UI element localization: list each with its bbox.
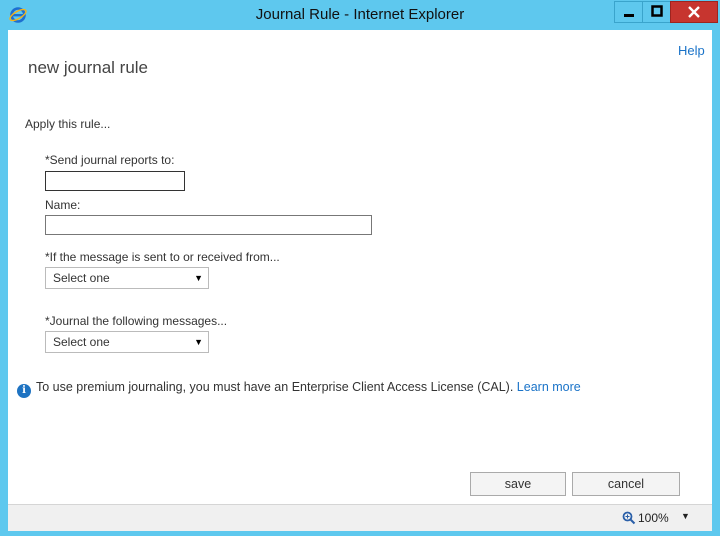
save-button[interactable]: save [470, 472, 566, 496]
journal-messages-select[interactable]: Select one ▼ [45, 331, 209, 353]
learn-more-link[interactable]: Learn more [517, 380, 581, 394]
window-title: Journal Rule - Internet Explorer [255, 6, 465, 23]
send-reports-input[interactable] [45, 171, 185, 191]
journal-messages-select-value: Select one [53, 335, 110, 349]
journal-messages-label: *Journal the following messages... [45, 314, 228, 328]
sent-to-select-value: Select one [53, 271, 110, 285]
status-bar: 100% ▼ [8, 504, 712, 531]
apply-rule-text: Apply this rule... [25, 117, 111, 131]
sent-to-label: *If the message is sent to or received f… [45, 250, 280, 264]
send-reports-label: *Send journal reports to: [45, 153, 175, 167]
minimize-icon [624, 14, 634, 17]
dropdown-arrow-icon: ▼ [194, 337, 203, 347]
maximize-button[interactable] [642, 1, 672, 23]
cancel-button[interactable]: cancel [572, 472, 680, 496]
zoom-level[interactable]: 100% [638, 511, 669, 525]
minimize-button[interactable] [614, 1, 644, 23]
maximize-icon [651, 5, 663, 17]
help-link[interactable]: Help [678, 43, 705, 58]
notice-text: To use premium journaling, you must have… [36, 380, 514, 394]
page-content: Help new journal rule Apply this rule...… [8, 30, 712, 504]
magnifier-icon [622, 511, 636, 525]
close-icon [688, 6, 700, 18]
page-title: new journal rule [28, 58, 149, 77]
dropdown-arrow-icon: ▼ [194, 273, 203, 283]
close-button[interactable] [670, 1, 718, 23]
info-icon: i [17, 384, 31, 398]
name-label: Name: [45, 198, 81, 212]
sent-to-select[interactable]: Select one ▼ [45, 267, 209, 289]
chevron-down-icon[interactable]: ▼ [681, 511, 690, 521]
name-input[interactable] [45, 215, 372, 235]
premium-journaling-notice: i To use premium journaling, you must hav… [17, 380, 581, 398]
title-bar: Journal Rule - Internet Explorer [0, 0, 720, 30]
